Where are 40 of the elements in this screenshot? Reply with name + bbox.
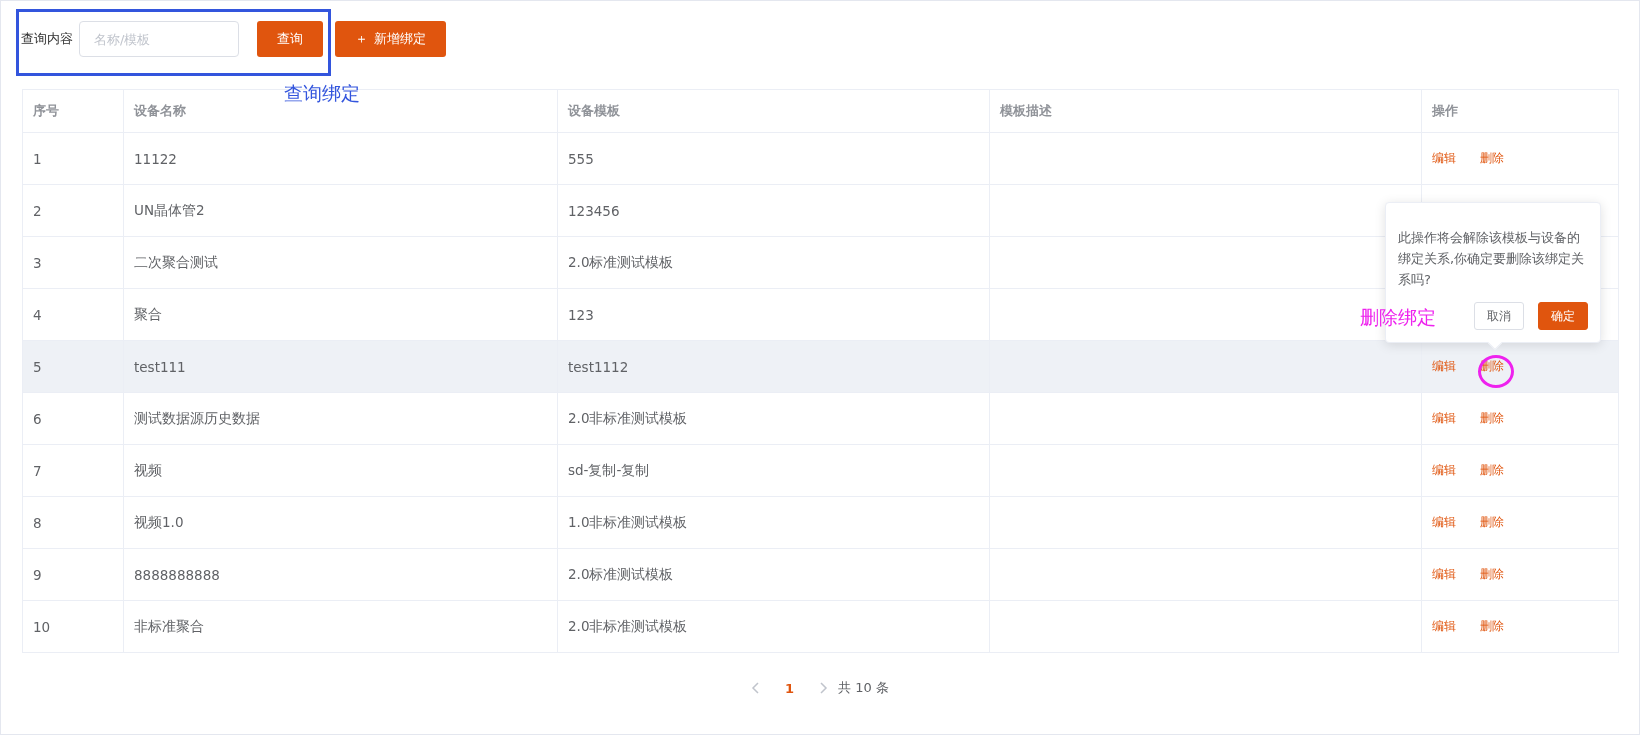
annotation-label: 删除绑定 (1360, 305, 1436, 330)
table-cell: 2.0非标准测试模板 (557, 601, 989, 652)
table-cell-text: 2 (32, 201, 43, 221)
edit-link[interactable]: 编辑 (1432, 618, 1456, 635)
total-count: 共 10 条 (838, 679, 889, 697)
column-header: 序号 (32, 102, 60, 120)
delete-link[interactable]: 删除 (1480, 618, 1504, 635)
delete-link[interactable]: 删除 (1480, 150, 1504, 167)
table-cell-text: 9 (32, 565, 43, 585)
table-cell-text: 4 (32, 305, 43, 325)
edit-link[interactable]: 编辑 (1432, 150, 1456, 167)
edit-link[interactable]: 编辑 (1432, 566, 1456, 583)
delete-link[interactable]: 删除 (1480, 566, 1504, 583)
delete-link[interactable]: 删除 (1480, 514, 1504, 531)
chevron-right-icon[interactable] (818, 682, 829, 694)
confirm-button[interactable]: 确定 (1538, 302, 1588, 330)
table-cell-text: 5 (32, 357, 43, 377)
table-cell-text: 10 (32, 617, 52, 637)
edit-link[interactable]: 编辑 (1432, 462, 1456, 479)
query-button[interactable]: 查询 (257, 21, 323, 57)
delete-link[interactable]: 删除 (1480, 410, 1504, 427)
table-cell-text: 7 (32, 461, 43, 481)
chevron-left-icon[interactable] (751, 682, 762, 694)
delete-link[interactable]: 删除 (1480, 462, 1504, 479)
table-cell: 非标准聚合 (123, 601, 557, 652)
highlight-circle (1478, 355, 1514, 388)
annotation-label: 查询绑定 (284, 81, 360, 106)
add-binding-button[interactable]: ＋ 新增绑定 (335, 21, 446, 57)
edit-link[interactable]: 编辑 (1432, 358, 1456, 375)
table-cell-text: 8 (32, 513, 43, 533)
cancel-button[interactable]: 取消 (1474, 302, 1524, 330)
edit-link[interactable]: 编辑 (1432, 514, 1456, 531)
edit-link[interactable]: 编辑 (1432, 410, 1456, 427)
table-cell-text: 3 (32, 253, 43, 273)
table-cell-text: 1 (32, 149, 43, 169)
table-cell-text: 6 (32, 409, 43, 429)
page-number[interactable]: 1 (785, 680, 795, 696)
search-label: 查询内容 (21, 30, 73, 48)
search-field[interactable]: 名称/模板 (79, 21, 239, 57)
confirm-message: 此操作将会解除该模板与设备的绑定关系,你确定要删除该绑定关系吗? (1398, 229, 1586, 289)
